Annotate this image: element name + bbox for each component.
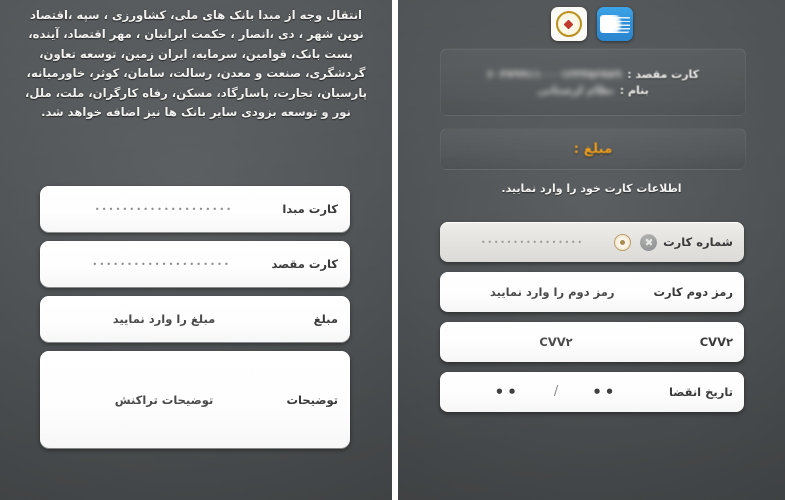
amount-display-label: مبلغ : xyxy=(573,141,613,157)
source-card-value: •••••••••••••••••••• xyxy=(94,204,234,214)
second-password-label: رمز دوم کارت xyxy=(653,285,733,299)
second-password-field[interactable]: رمز دوم کارت رمز دوم را وارد نمایید xyxy=(440,272,744,312)
intro-paragraph: انتقال وجه از مبدا بانک های ملی، کشاورزی… xyxy=(24,8,368,120)
cvv2-body: CVV۲ xyxy=(451,335,661,349)
blue-app-glyph-icon xyxy=(600,15,631,33)
description-placeholder: توضیحات تراکنش xyxy=(114,392,214,407)
cvv2-field[interactable]: CVV۲ CVV۲ xyxy=(440,322,744,362)
amount-label: مبلغ xyxy=(313,312,338,326)
expiry-separator: / xyxy=(553,383,559,399)
expiry-date-label: تاریخ انقضا xyxy=(668,385,733,399)
destination-info-box: کارت مقصد : ۶۰۳۷۹۹۱۱۰۰۰۱۲۳۴۵۶۷۸۹ بنام : … xyxy=(440,48,746,116)
blue-app-icon[interactable] xyxy=(596,7,633,41)
description-field[interactable]: توضیحات توضیحات تراکنش xyxy=(40,351,350,448)
card-number-body: •••••••••••••••• xyxy=(451,238,614,247)
bank-melli-app-icon[interactable] xyxy=(550,7,587,41)
destination-card-value: •••••••••••••••••••• xyxy=(92,259,231,269)
destination-card-info-label: کارت مقصد : xyxy=(627,67,700,81)
source-card-label: کارت مبدا xyxy=(282,202,338,216)
expiry-month-value[interactable]: •• xyxy=(592,384,617,400)
destination-card-info-line: کارت مقصد : ۶۰۳۷۹۹۱۱۰۰۰۱۲۳۴۵۶۷۸۹ xyxy=(487,68,699,81)
card-number-label: شماره کارت xyxy=(663,235,733,249)
destination-card-info-value: ۶۰۳۷۹۹۱۱۰۰۰۱۲۳۴۵۶۷۸۹ xyxy=(486,67,622,81)
cvv2-placeholder: CVV۲ xyxy=(539,335,573,349)
right-screen-panel: کارت مقصد : ۶۰۳۷۹۹۱۱۰۰۰۱۲۳۴۵۶۷۸۹ بنام : … xyxy=(398,0,785,500)
expiry-date-field[interactable]: تاریخ انقضا •• / •• xyxy=(440,372,744,412)
source-card-field[interactable]: کارت مبدا •••••••••••••••••••• xyxy=(40,186,350,232)
amount-field[interactable]: مبلغ مبلغ را وارد نمایید xyxy=(40,296,350,342)
amount-placeholder: مبلغ را وارد نمایید xyxy=(112,312,216,326)
expiry-date-row: •• / •• xyxy=(451,383,661,400)
bank-melli-emblem-icon xyxy=(555,11,582,37)
second-password-placeholder: رمز دوم را وارد نمایید xyxy=(489,285,615,299)
holder-name-info-line: بنام : نظام لرستانی xyxy=(537,84,649,97)
expiry-date-body: •• / •• xyxy=(451,383,661,400)
amount-display-bar: مبلغ : xyxy=(440,128,746,170)
clear-icon[interactable] xyxy=(640,233,657,251)
left-screen-panel: انتقال وجه از مبدا بانک های ملی، کشاورزی… xyxy=(0,0,392,500)
destination-card-field[interactable]: کارت مقصد •••••••••••••••••••• xyxy=(40,241,350,287)
holder-name-label: بنام : xyxy=(619,83,649,97)
app-icon-row xyxy=(398,4,785,44)
holder-name-value: نظام لرستانی xyxy=(537,83,614,97)
card-info-hint: اطلاعات کارت خود را وارد نمایید. xyxy=(501,182,682,195)
cvv2-label: CVV۲ xyxy=(699,335,733,349)
card-number-field[interactable]: شماره کارت •••••••••••••••• xyxy=(440,222,744,262)
bank-logo-icon[interactable] xyxy=(614,233,631,251)
screenshot-root: انتقال وجه از مبدا بانک های ملی، کشاورزی… xyxy=(0,0,785,500)
destination-card-label: کارت مقصد xyxy=(271,257,338,271)
card-number-value: •••••••••••••••• xyxy=(481,237,584,247)
second-password-body: رمز دوم را وارد نمایید xyxy=(451,285,653,299)
expiry-year-value[interactable]: •• xyxy=(495,384,520,400)
card-number-icon-group xyxy=(614,233,657,251)
description-label: توضیحات xyxy=(286,392,339,407)
